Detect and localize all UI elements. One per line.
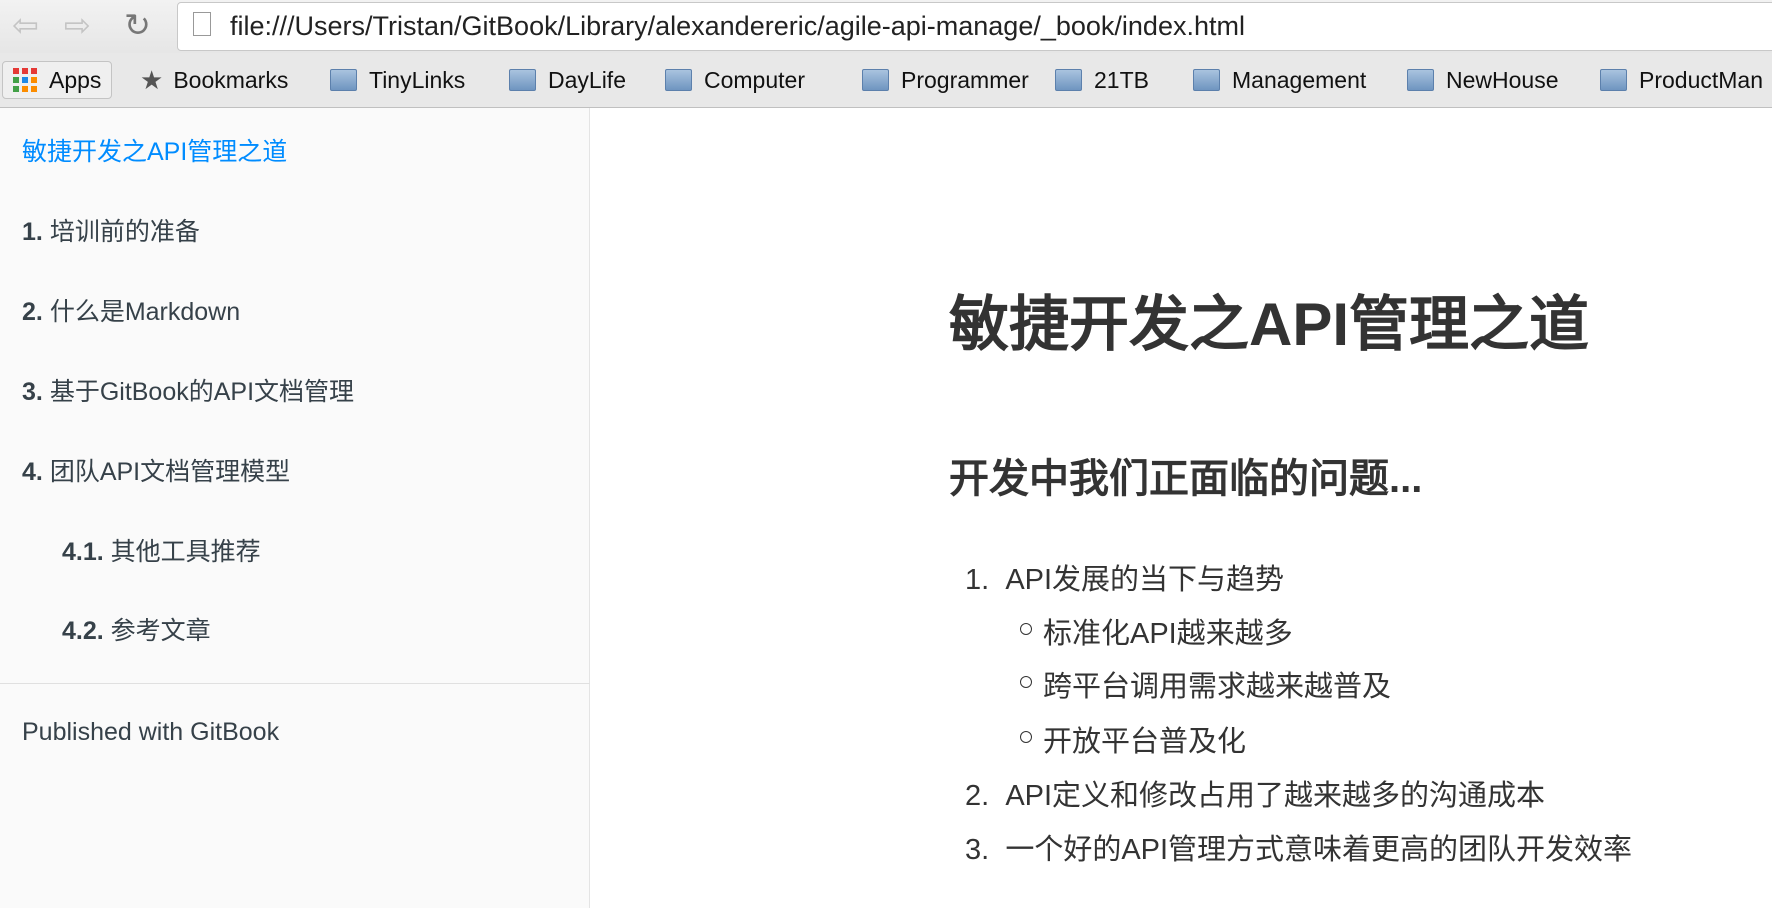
sidebar-item-1[interactable]: 1. 培训前的准备 xyxy=(22,212,200,248)
reload-button[interactable]: ↻ xyxy=(124,8,151,42)
chapter-number: 3. xyxy=(22,378,43,406)
chapter-number: 2. xyxy=(22,298,43,326)
list-text: 一个好的API管理方式意味着更高的团队开发效率 xyxy=(1005,834,1633,866)
bookmarks-bar: Apps ★ Bookmarks TinyLinks DayLife Comput… xyxy=(0,53,1772,108)
bookmark-apps[interactable]: Apps xyxy=(2,61,113,99)
page-content: 敏捷开发之API管理之道 开发中我们正面临的问题... 1. API发展的当下与… xyxy=(590,108,1772,908)
page-icon xyxy=(193,12,211,36)
chapter-number: 4.1. xyxy=(62,538,104,566)
sub-list-item: 跨平台调用需求越来越普及 xyxy=(1019,663,1391,705)
sidebar-divider xyxy=(0,683,590,684)
list-item: 1. API发展的当下与趋势 xyxy=(965,556,1284,598)
bookmark-label: NewHouse xyxy=(1446,66,1559,93)
page-title: 敏捷开发之API管理之道 xyxy=(949,291,1590,358)
list-item: 3. 一个好的API管理方式意味着更高的团队开发效率 xyxy=(965,826,1632,868)
section-heading: 开发中我们正面临的问题... xyxy=(949,457,1423,501)
chapter-title: 团队API文档管理模型 xyxy=(49,458,291,486)
folder-icon xyxy=(509,69,536,91)
sidebar-item-2[interactable]: 2. 什么是Markdown xyxy=(22,292,240,328)
apps-grid-icon xyxy=(13,68,37,92)
back-button[interactable]: ⇦ xyxy=(12,8,39,42)
bookmark-folder[interactable]: Computer xyxy=(665,61,805,99)
bookmark-label: Bookmarks xyxy=(173,66,289,93)
chapter-number: 4. xyxy=(22,458,43,486)
sidebar-item-3[interactable]: 3. 基于GitBook的API文档管理 xyxy=(22,372,354,408)
sidebar-item-home[interactable]: 敏捷开发之API管理之道 xyxy=(22,132,287,168)
chapter-number: 4.2. xyxy=(62,617,104,645)
bookmark-folder[interactable]: Management xyxy=(1193,61,1366,99)
bookmark-folder[interactable]: TinyLinks xyxy=(330,61,465,99)
sub-list-item: 标准化API越来越多 xyxy=(1020,610,1293,652)
bookmark-label: DayLife xyxy=(548,66,626,93)
folder-icon xyxy=(665,69,692,91)
bookmark-folder[interactable]: NewHouse xyxy=(1407,61,1559,99)
browser-toolbar: ⇦ ⇨ ↻ file:///Users/Tristan/GitBook/Libr… xyxy=(0,0,1772,53)
bookmark-label: 21TB xyxy=(1094,66,1149,93)
bookmark-label: Management xyxy=(1232,66,1367,93)
star-icon: ★ xyxy=(140,64,164,95)
bookmark-label: ProductMan xyxy=(1639,66,1764,93)
bookmark-folder[interactable]: DayLife xyxy=(509,61,626,99)
url-text[interactable]: file:///Users/Tristan/GitBook/Library/al… xyxy=(230,11,1245,42)
chapter-title: 参考文章 xyxy=(110,617,211,645)
chapter-number: 1. xyxy=(22,218,43,246)
bookmark-folder[interactable]: Programmer xyxy=(862,61,1029,99)
chapter-title: 基于GitBook的API文档管理 xyxy=(49,378,355,406)
list-text: API发展的当下与趋势 xyxy=(1005,564,1285,596)
published-with-gitbook-link[interactable]: Published with GitBook xyxy=(22,718,279,747)
folder-icon xyxy=(330,69,357,91)
bookmark-label: Programmer xyxy=(901,66,1029,93)
bookmark-bookmarks[interactable]: ★ Bookmarks xyxy=(140,61,288,99)
folder-icon xyxy=(1600,69,1627,91)
folder-icon xyxy=(1407,69,1434,91)
list-item: 2. API定义和修改占用了越来越多的沟通成本 xyxy=(965,772,1545,814)
sidebar-item-4-2[interactable]: 4.2. 参考文章 xyxy=(62,611,211,647)
sub-list-item: 开放平台普及化 xyxy=(1019,718,1246,760)
list-number: 1. xyxy=(965,564,990,596)
book-summary-sidebar: 敏捷开发之API管理之道 1. 培训前的准备 2. 什么是Markdown 3.… xyxy=(0,108,590,908)
bookmark-folder[interactable]: ProductMan xyxy=(1600,61,1763,99)
folder-icon xyxy=(1055,69,1082,91)
list-text: API定义和修改占用了越来越多的沟通成本 xyxy=(1005,780,1546,812)
bookmark-label: Computer xyxy=(704,66,805,93)
bookmark-folder[interactable]: 21TB xyxy=(1055,61,1149,99)
sidebar-item-4[interactable]: 4. 团队API文档管理模型 xyxy=(22,452,290,488)
address-bar[interactable]: file:///Users/Tristan/GitBook/Library/al… xyxy=(177,2,1772,51)
forward-button[interactable]: ⇨ xyxy=(64,8,91,42)
chapter-title: 其他工具推荐 xyxy=(110,538,261,566)
chapter-title: 什么是Markdown xyxy=(49,298,241,326)
sidebar-item-4-1[interactable]: 4.1. 其他工具推荐 xyxy=(62,532,261,568)
folder-icon xyxy=(862,69,889,91)
list-number: 2. xyxy=(965,780,990,812)
bookmark-label: Apps xyxy=(49,66,102,93)
list-number: 3. xyxy=(965,834,990,866)
folder-icon xyxy=(1193,69,1220,91)
chapter-title: 培训前的准备 xyxy=(49,218,200,246)
bookmark-label: TinyLinks xyxy=(369,66,466,93)
